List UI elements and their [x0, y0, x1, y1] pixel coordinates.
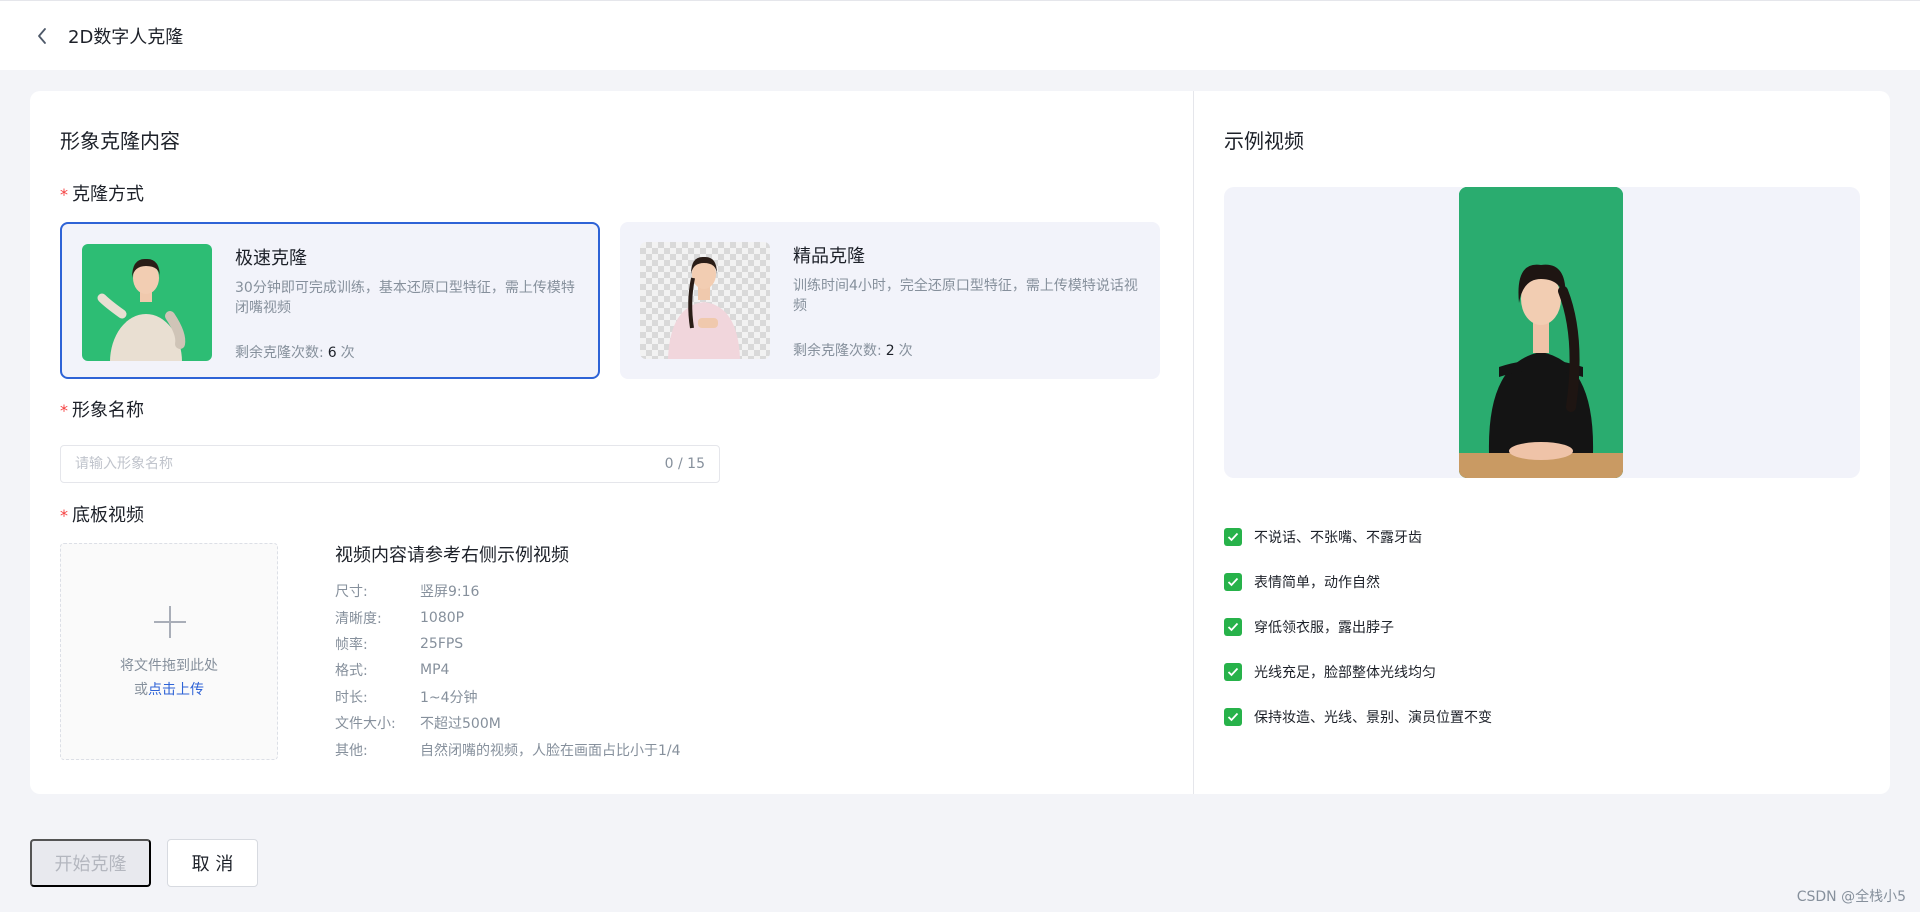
- chevron-left-icon[interactable]: [30, 24, 54, 48]
- sample-video-panel: 示例视频 不说话、不张嘴、不露牙齿 表情简单，动作自然 穿低领衣服，露出脖子 光…: [1224, 91, 1860, 794]
- sample-video-container: [1224, 187, 1860, 478]
- clone-option-premium[interactable]: 精品克隆 训练时间4小时，完全还原口型特征，需上传模特说话视频 剩余克隆次数: 2…: [620, 222, 1160, 379]
- required-mark: *: [60, 401, 68, 420]
- click-upload-link[interactable]: 点击上传: [148, 682, 204, 698]
- char-counter: 0 / 15: [664, 456, 705, 472]
- fast-clone-thumbnail: [82, 244, 212, 361]
- base-video-label: * 底板视频: [60, 505, 144, 526]
- rule-item: 光线充足，脸部整体光线均匀: [1224, 649, 1492, 694]
- clone-option-fast[interactable]: 极速克隆 30分钟即可完成训练，基本还原口型特征，需上传模特闭嘴视频 剩余克隆次…: [60, 222, 600, 379]
- vertical-divider: [1193, 91, 1194, 794]
- clone-option-title: 精品克隆: [793, 246, 865, 267]
- rule-item: 表情简单，动作自然: [1224, 559, 1492, 604]
- upload-drag-text: 将文件拖到此处: [120, 658, 218, 674]
- spec-row: 尺寸: 竖屏9:16: [335, 584, 480, 601]
- start-clone-button[interactable]: 开始克隆: [30, 839, 151, 887]
- rule-item: 不说话、不张嘴、不露牙齿: [1224, 514, 1492, 559]
- clone-option-title: 极速克隆: [235, 248, 307, 269]
- clone-option-desc: 训练时间4小时，完全还原口型特征，需上传模特说话视频: [793, 278, 1138, 314]
- recording-rules: 不说话、不张嘴、不露牙齿 表情简单，动作自然 穿低领衣服，露出脖子 光线充足，脸…: [1224, 514, 1492, 739]
- upload-link-row: 或点击上传: [134, 682, 204, 698]
- spec-list: 尺寸: 竖屏9:16 清晰度: 1080P 帧率: 25FPS 格式: MP4 时长: 1…: [335, 578, 681, 763]
- spec-row: 其他: 自然闭嘴的视频，人脸在画面占比小于1/4: [335, 742, 681, 759]
- avatar-name-field[interactable]: 0 / 15: [60, 445, 720, 483]
- avatar-name-input[interactable]: [75, 456, 665, 472]
- required-mark: *: [60, 185, 68, 204]
- checkmark-icon: [1224, 707, 1242, 726]
- spec-row: 文件大小: 不超过500M: [335, 716, 501, 733]
- premium-clone-thumbnail: [640, 242, 770, 359]
- page-title: 2D数字人克隆: [68, 26, 184, 48]
- checkmark-icon: [1224, 572, 1242, 591]
- spec-row: 时长: 1~4分钟: [335, 689, 478, 706]
- avatar-name-label: * 形象名称: [60, 400, 144, 421]
- required-mark: *: [60, 506, 68, 525]
- section-title: 形象克隆内容: [60, 129, 180, 153]
- clone-method-label: * 克隆方式: [60, 184, 144, 205]
- clone-remaining-count: 剩余克隆次数: 6 次: [235, 345, 355, 361]
- sample-video[interactable]: [1459, 187, 1623, 478]
- spec-title: 视频内容请参考右侧示例视频: [335, 545, 569, 566]
- clone-option-desc: 30分钟即可完成训练，基本还原口型特征，需上传模特闭嘴视频: [235, 280, 575, 316]
- top-bar: 2D数字人克隆: [0, 0, 1920, 70]
- checkmark-icon: [1224, 662, 1242, 681]
- clone-remaining-count: 剩余克隆次数: 2 次: [793, 343, 913, 359]
- cancel-button[interactable]: 取 消: [167, 839, 258, 887]
- checkmark-icon: [1224, 617, 1242, 636]
- spec-row: 格式: MP4: [335, 662, 450, 680]
- clone-content-panel: 形象克隆内容 * 克隆方式 极速克隆 30分钟即可完成训练，基本还原口型特征，需上…: [60, 91, 1170, 794]
- rule-item: 穿低领衣服，露出脖子: [1224, 604, 1492, 649]
- watermark: CSDN @全栈小5: [1796, 889, 1906, 905]
- video-upload-dropzone[interactable]: 将文件拖到此处 或点击上传: [60, 543, 278, 760]
- section-title: 示例视频: [1224, 129, 1304, 153]
- plus-icon: [154, 606, 186, 638]
- spec-row: 帧率: 25FPS: [335, 635, 464, 653]
- checkmark-icon: [1224, 527, 1242, 546]
- main-card: 形象克隆内容 * 克隆方式 极速克隆 30分钟即可完成训练，基本还原口型特征，需上…: [30, 91, 1890, 794]
- rule-item: 保持妆造、光线、景别、演员位置不变: [1224, 694, 1492, 739]
- spec-row: 清晰度: 1080P: [335, 609, 465, 627]
